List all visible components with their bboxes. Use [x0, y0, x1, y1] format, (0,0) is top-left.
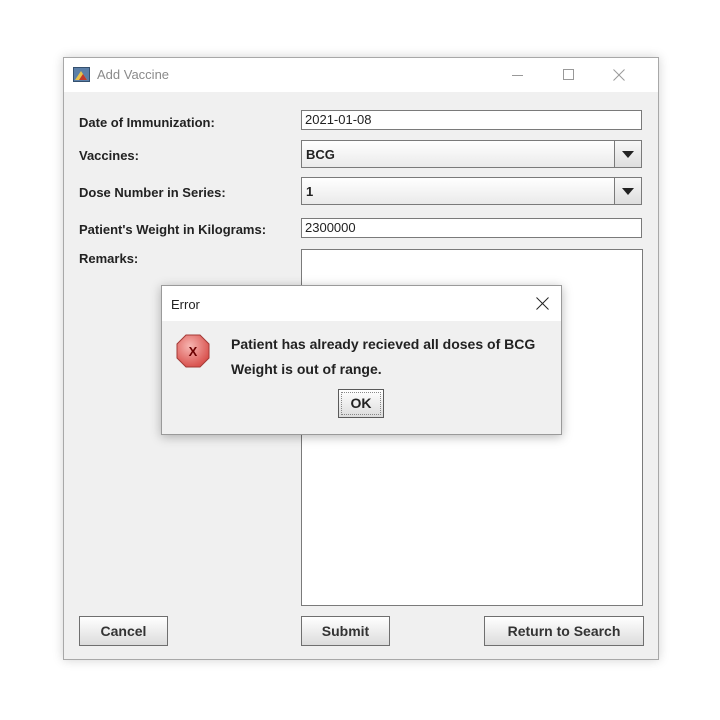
minimize-button[interactable]: [495, 58, 541, 92]
vaccines-combo[interactable]: BCG: [301, 140, 642, 168]
minimize-icon: [512, 75, 523, 76]
submit-button[interactable]: Submit: [301, 616, 390, 646]
chevron-down-icon: [622, 151, 634, 158]
vaccines-selected: BCG: [306, 147, 335, 162]
error-dialog-close-button[interactable]: [523, 286, 561, 321]
chevron-down-icon: [622, 188, 634, 195]
error-message-line1: Patient has already recieved all doses o…: [231, 336, 536, 352]
remarks-label: Remarks:: [79, 251, 139, 266]
maximize-button[interactable]: [546, 58, 592, 92]
java-app-icon: [73, 67, 90, 82]
error-dialog-title-bar[interactable]: Error: [162, 286, 561, 321]
error-icon: X: [176, 334, 210, 368]
close-icon: [536, 297, 549, 310]
window-title: Add Vaccine: [97, 67, 170, 82]
cancel-button[interactable]: Cancel: [79, 616, 168, 646]
dose-dropdown-button[interactable]: [614, 178, 641, 204]
vaccines-dropdown-button[interactable]: [614, 141, 641, 167]
dose-combo[interactable]: 1: [301, 177, 642, 205]
weight-label: Patient's Weight in Kilograms:: [79, 222, 267, 237]
vaccines-label: Vaccines:: [79, 148, 139, 163]
error-message-line2: Weight is out of range.: [231, 361, 382, 377]
maximize-icon: [563, 69, 574, 80]
date-label: Date of Immunization:: [79, 115, 215, 130]
error-dialog: Error X Patient has already recieved all…: [161, 285, 562, 435]
dose-selected: 1: [306, 184, 314, 199]
error-dialog-title: Error: [171, 297, 200, 312]
date-field[interactable]: 2021-01-08: [301, 110, 642, 130]
close-icon: [613, 69, 625, 81]
title-bar[interactable]: Add Vaccine: [64, 58, 658, 92]
dose-label: Dose Number in Series:: [79, 185, 226, 200]
return-to-search-button[interactable]: Return to Search: [484, 616, 644, 646]
close-button[interactable]: [596, 58, 642, 92]
svg-text:X: X: [189, 344, 198, 359]
weight-field[interactable]: 2300000: [301, 218, 642, 238]
ok-button[interactable]: OK: [338, 389, 384, 418]
